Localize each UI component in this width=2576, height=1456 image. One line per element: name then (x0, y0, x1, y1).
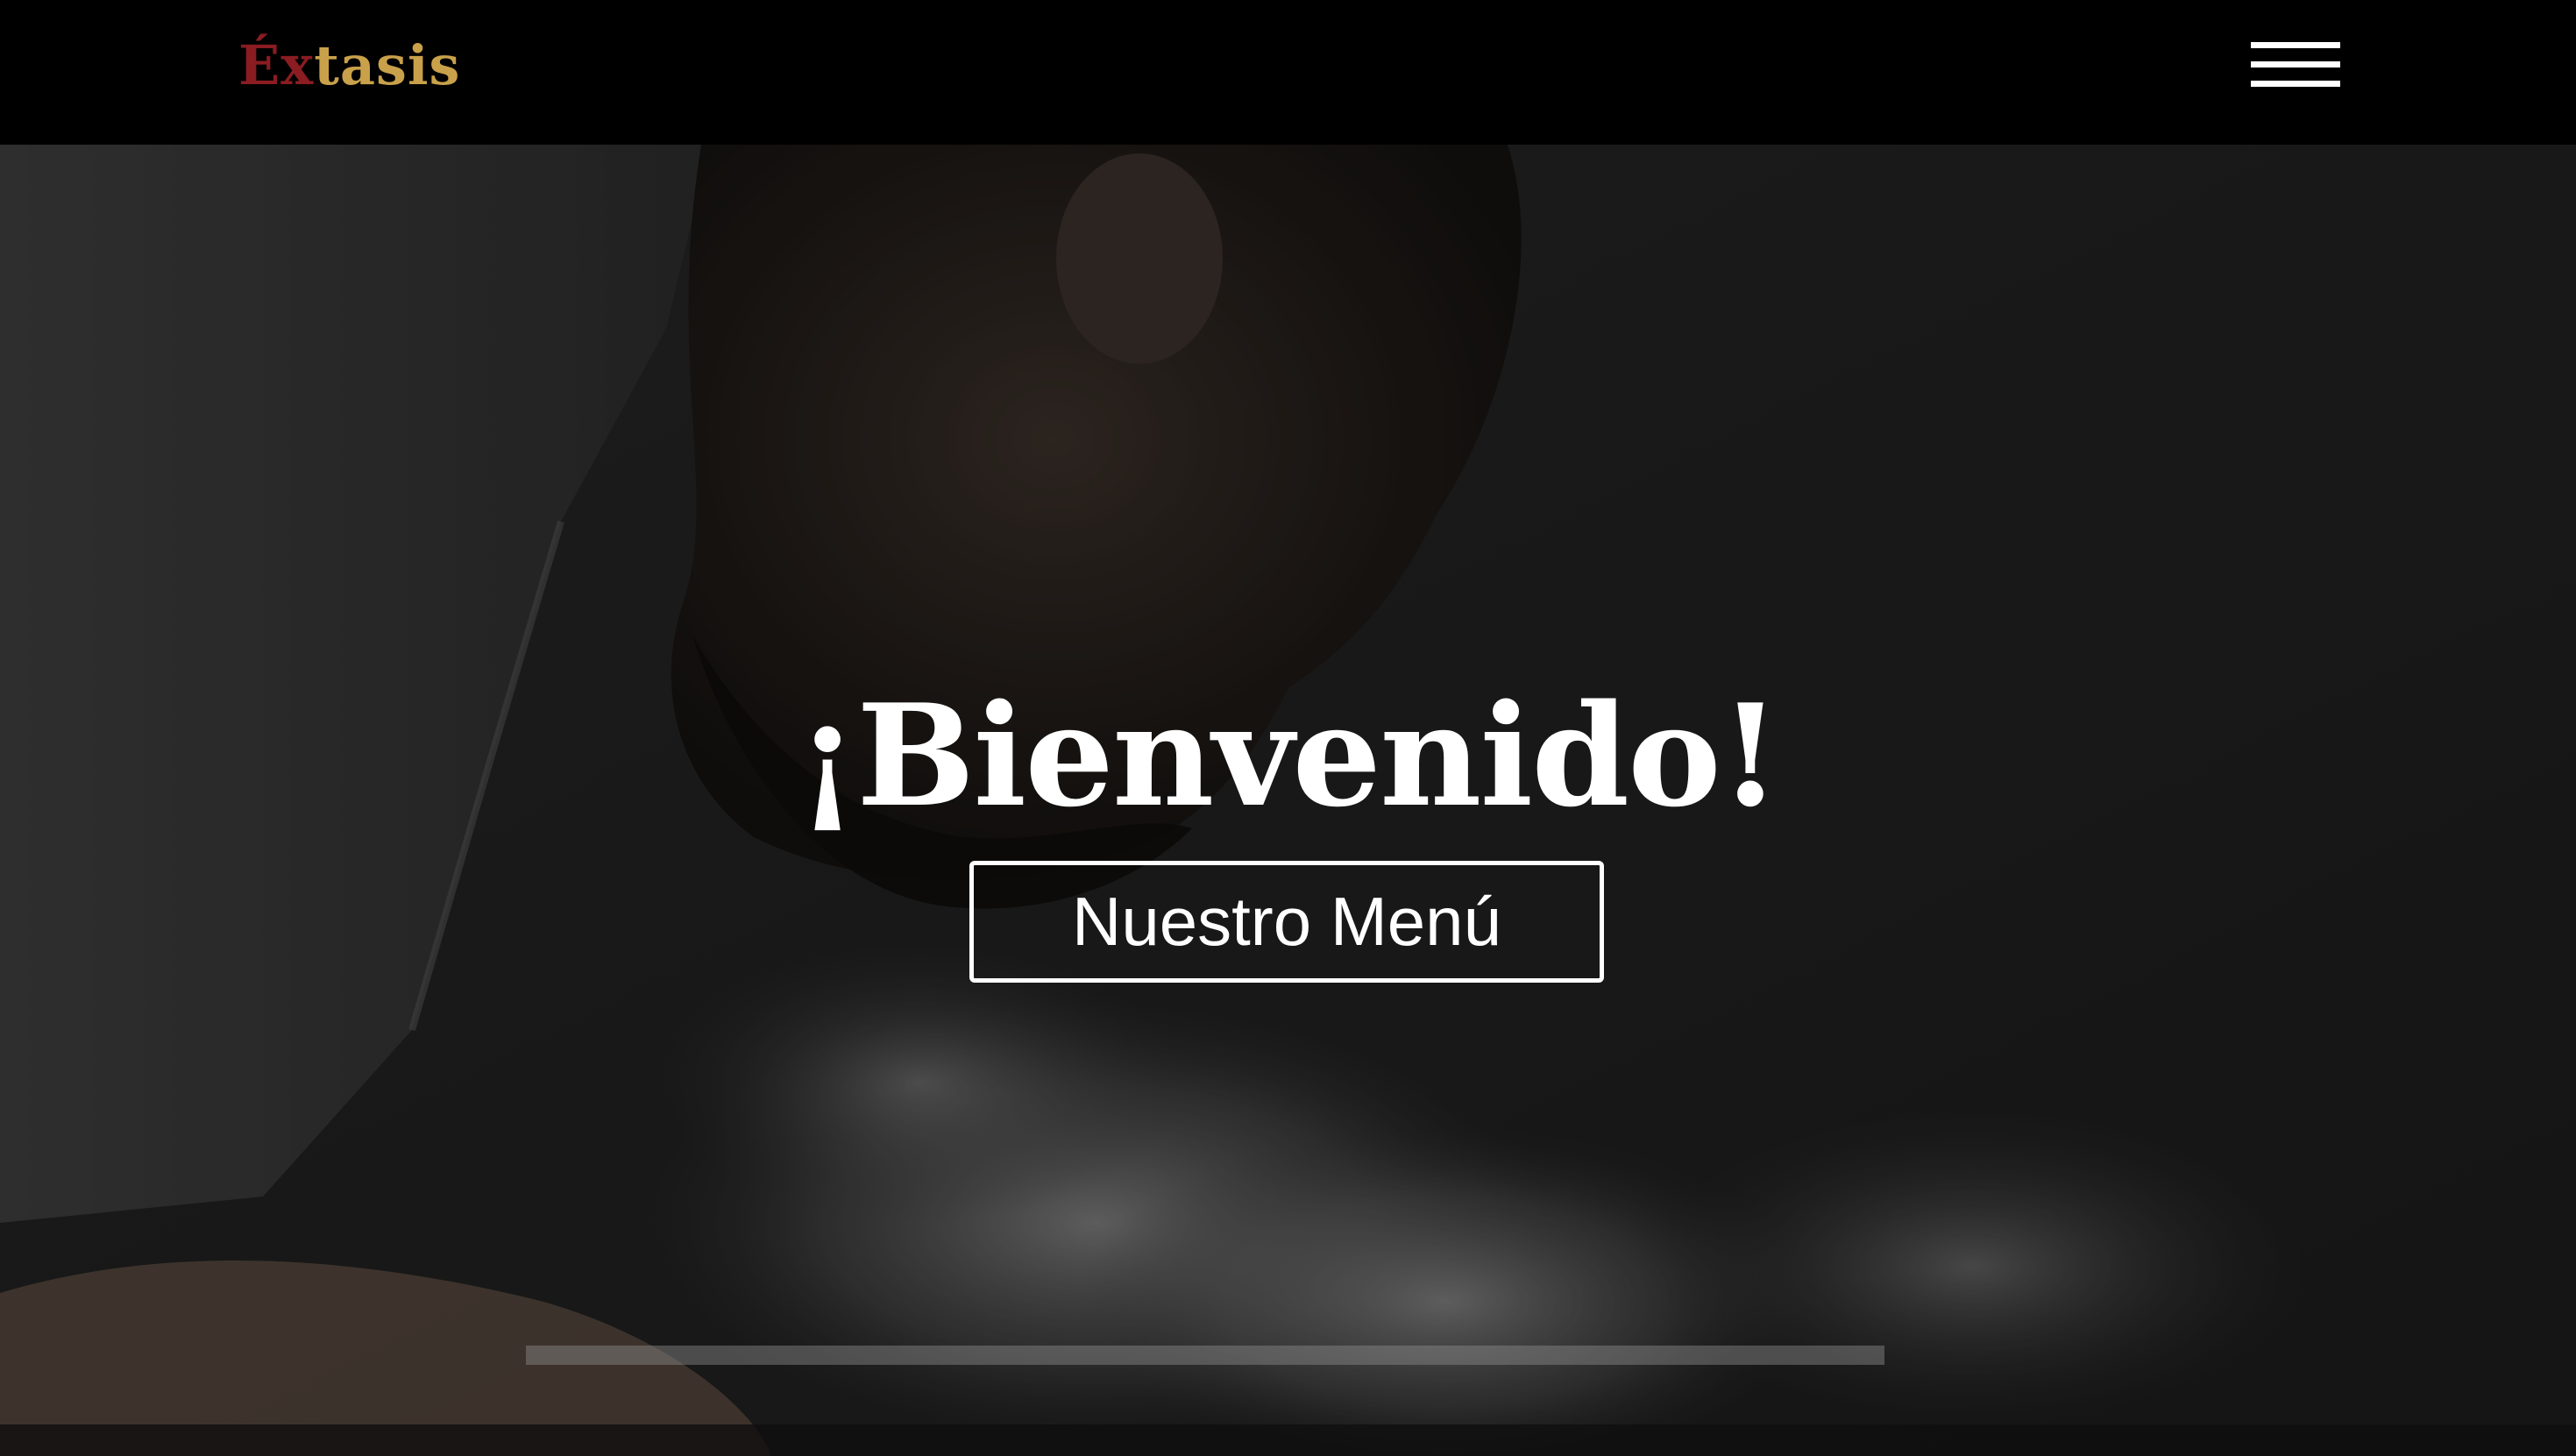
hero-section: ¡Bienvenido! Nuestro Menú (0, 145, 2576, 1456)
hamburger-line (2251, 61, 2340, 67)
logo-text-suffix: tasis (314, 33, 461, 97)
hero-title: ¡Bienvenido! (796, 673, 1781, 839)
page: Éxtasis ¡Bienvenido! Nuestro Menú (0, 0, 2576, 1456)
logo-text-prefix: Éx (238, 33, 315, 97)
top-navbar: Éxtasis (0, 0, 2576, 145)
hamburger-menu-icon[interactable] (2251, 40, 2340, 89)
menu-button[interactable]: Nuestro Menú (969, 861, 1604, 983)
hamburger-line (2251, 42, 2340, 48)
hamburger-line (2251, 81, 2340, 87)
site-logo[interactable]: Éxtasis (238, 26, 460, 105)
